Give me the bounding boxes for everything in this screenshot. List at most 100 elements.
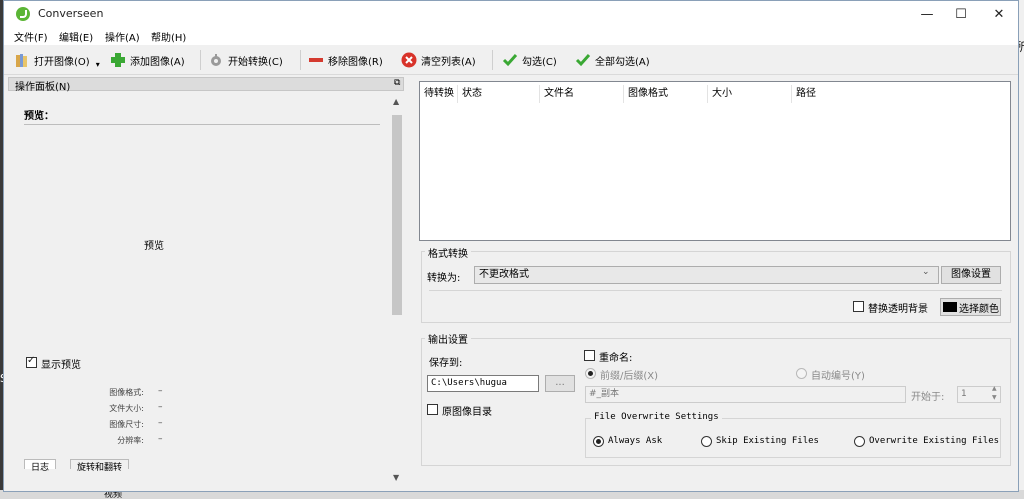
save-path-input[interactable]: C:\Users\hugua	[427, 375, 539, 392]
skip-existing-radio[interactable]: Skip Existing Files	[701, 435, 831, 449]
rename-checkbox[interactable]: 重命名:	[584, 349, 664, 364]
menu-file[interactable]: 文件(F)	[14, 29, 48, 44]
original-dir-checkbox[interactable]: 原图像目录	[427, 403, 527, 418]
image-list-table[interactable]: 待转换 状态 文件名 图像格式 大小 路径	[419, 81, 1011, 241]
prefix-suffix-radio[interactable]: 前缀/后缀(X)	[585, 367, 695, 382]
scroll-up-icon[interactable]: ▲	[393, 97, 399, 106]
radio-selected[interactable]	[593, 436, 604, 447]
checkbox-unchecked[interactable]	[427, 404, 438, 415]
radio-unselected[interactable]	[701, 436, 712, 447]
toolbar-separator	[492, 50, 493, 70]
toolbar-separator	[200, 50, 201, 70]
info-dimensions-label: 图像尺寸:	[109, 420, 144, 429]
menu-edit[interactable]: 编辑(E)	[59, 29, 93, 44]
format-select[interactable]: 不更改格式	[474, 266, 939, 284]
radio-selected[interactable]	[585, 368, 596, 379]
info-format-value: –	[158, 386, 163, 396]
image-settings-button[interactable]: 图像设置	[941, 266, 1001, 284]
start-at-value: 1	[961, 389, 967, 399]
clear-list-label: 清空列表(A)	[421, 56, 476, 68]
dropdown-arrow-icon[interactable]: ▾	[96, 60, 100, 69]
always-ask-radio[interactable]: Always Ask	[593, 435, 683, 449]
preview-placeholder: 预览	[144, 241, 164, 252]
checkbox-unchecked[interactable]	[584, 350, 595, 361]
rename-pattern-input[interactable]: #_副本	[585, 386, 906, 403]
show-preview-label: 显示预览	[41, 360, 81, 371]
menu-actions[interactable]: 操作(A)	[105, 29, 140, 44]
auto-number-label: 自动编号(Y)	[811, 371, 865, 382]
chevron-down-icon[interactable]: ⌄	[922, 267, 930, 277]
app-window: Converseen — ☐ ✕ 文件(F) 编辑(E) 操作(A) 帮助(H)…	[3, 0, 1019, 492]
info-resolution-label: 分辨率:	[117, 436, 144, 445]
info-dimensions-value: –	[158, 418, 163, 428]
column-header[interactable]: 文件名	[540, 85, 624, 103]
toolbar-separator	[300, 50, 301, 70]
column-header[interactable]: 状态	[458, 85, 540, 103]
menu-bar: 文件(F) 编辑(E) 操作(A) 帮助(H)	[4, 27, 1018, 45]
prefix-suffix-label: 前缀/后缀(X)	[600, 371, 659, 382]
column-header[interactable]: 路径	[792, 85, 1010, 103]
radio-unselected[interactable]	[796, 368, 807, 379]
scrollbar[interactable]: ▲ ▼	[390, 95, 404, 482]
browse-button[interactable]: ...	[545, 375, 575, 392]
scrollbar-thumb[interactable]	[392, 115, 402, 315]
show-preview-checkbox[interactable]: 显示预览	[26, 355, 146, 371]
float-panel-icon[interactable]: ⧉	[394, 78, 400, 88]
gear-icon	[208, 52, 224, 68]
info-resolution-value: –	[158, 434, 163, 444]
start-at-label: 开始于:	[911, 392, 945, 403]
format-group-title: 格式转换	[425, 245, 471, 260]
operations-panel: 操作面板(N) ⧉ 预览： 预览 显示预览 图像格式: – 文件大小: – 图像…	[8, 77, 404, 482]
output-group-title: 输出设置	[425, 331, 471, 346]
overwrite-existing-radio[interactable]: Overwrite Existing Files	[854, 435, 1004, 449]
open-images-button[interactable]: 打开图像(O) ▾	[14, 52, 100, 69]
clear-list-button[interactable]: 清空列表(A)	[401, 52, 476, 68]
spin-arrows-icon[interactable]: ▲ ▼	[992, 384, 997, 402]
panel-header[interactable]: 操作面板(N) ⧉	[8, 77, 404, 93]
panel-title: 操作面板(N)	[15, 82, 71, 93]
overwrite-settings-title: File Overwrite Settings	[591, 412, 722, 422]
column-header[interactable]: 图像格式	[624, 85, 708, 103]
window-title: Converseen	[38, 7, 104, 20]
add-images-button[interactable]: 添加图像(A)	[110, 52, 185, 68]
tab-rotate-flip[interactable]: 旋转和翻转	[70, 459, 130, 473]
check-label: 勾选(C)	[522, 56, 557, 68]
overwrite-existing-label: Overwrite Existing Files	[869, 436, 1000, 446]
check-all-button[interactable]: 全部勾选(A)	[575, 52, 650, 68]
scroll-down-icon[interactable]: ▼	[393, 473, 399, 482]
auto-number-radio[interactable]: 自动编号(Y)	[796, 367, 896, 382]
close-button[interactable]: ✕	[976, 1, 1022, 27]
skip-existing-label: Skip Existing Files	[716, 436, 819, 446]
color-swatch	[943, 302, 957, 312]
column-header[interactable]: 待转换	[420, 85, 458, 103]
column-header[interactable]: 大小	[708, 85, 792, 103]
replace-bg-label: 替换透明背景	[868, 304, 928, 315]
info-size-value: –	[158, 402, 163, 412]
start-convert-button[interactable]: 开始转换(C)	[208, 52, 283, 68]
checkmark-icon	[502, 52, 518, 68]
choose-color-button[interactable]: 选择颜色	[940, 298, 1001, 316]
menu-help[interactable]: 帮助(H)	[151, 29, 186, 44]
rename-label: 重命名:	[599, 353, 633, 364]
toolbar: 打开图像(O) ▾ 添加图像(A) 开始转换(C) 移除图像(R) 清空列表(A…	[4, 45, 1018, 75]
open-image-icon	[14, 52, 30, 68]
radio-unselected[interactable]	[854, 436, 865, 447]
remove-icon	[308, 52, 324, 68]
tab-log[interactable]: 日志	[24, 459, 57, 473]
title-bar[interactable]: Converseen — ☐ ✕	[4, 1, 1018, 27]
remove-images-button[interactable]: 移除图像(R)	[308, 52, 383, 68]
save-path-value: C:\Users\hugua	[431, 378, 507, 388]
replace-transparent-bg-checkbox[interactable]: 替换透明背景	[853, 300, 943, 315]
start-at-spinbox[interactable]: 1 ▲ ▼	[957, 384, 1001, 403]
preview-title: 预览：	[24, 111, 54, 122]
convert-to-label: 转换为:	[427, 273, 461, 284]
original-dir-label: 原图像目录	[442, 407, 492, 418]
always-ask-label: Always Ask	[608, 436, 663, 446]
start-convert-label: 开始转换(C)	[228, 56, 283, 68]
check-button[interactable]: 勾选(C)	[502, 52, 557, 68]
add-icon	[110, 52, 126, 68]
checkbox-unchecked[interactable]	[853, 301, 864, 312]
checkmark-icon	[575, 52, 591, 68]
delete-circle-icon	[401, 52, 417, 68]
checkbox-checked[interactable]	[26, 355, 37, 368]
